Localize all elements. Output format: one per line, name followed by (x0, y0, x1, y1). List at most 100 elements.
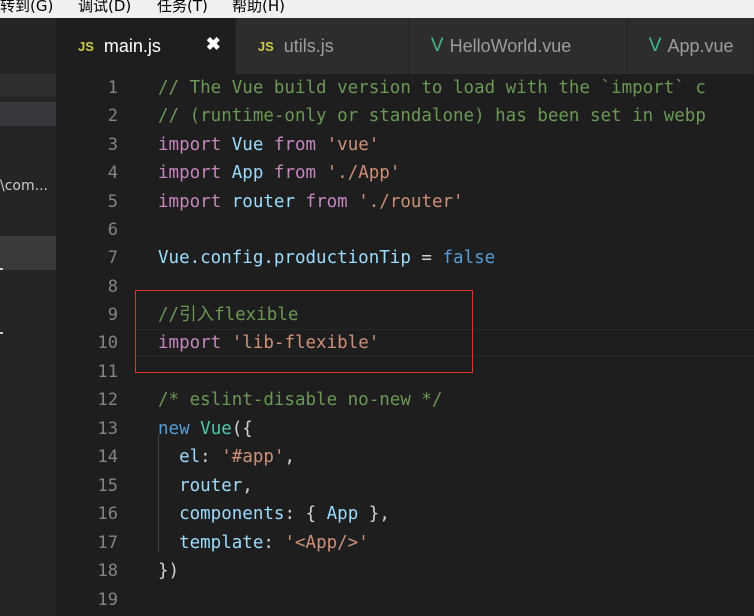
code-line[interactable]: 7 Vue.config.productionTip = false (56, 244, 754, 272)
line-number: 15 (97, 476, 118, 496)
punctuation: , (242, 476, 253, 496)
string: 'vue' (326, 135, 380, 155)
code-line[interactable]: 2 // (runtime-only or standalone) has be… (56, 102, 754, 130)
punctuation: }, (368, 504, 390, 524)
menu-bar: 转到(G) 调试(D) 任务(T) 帮助(H) (0, 0, 754, 18)
js-icon: JS (78, 38, 94, 54)
code-text: new Vue({ (158, 415, 253, 443)
keyword: import (158, 163, 222, 183)
code-line[interactable]: 13 new Vue({ (56, 415, 754, 443)
sidebar-path-text[interactable]: \com... (0, 178, 48, 194)
menu-debug[interactable]: 调试(D) (78, 0, 131, 15)
punctuation: : (263, 533, 274, 553)
keyword: import (158, 192, 222, 212)
sidebar-hover-item[interactable] (0, 236, 56, 270)
line-number: 1 (107, 78, 118, 98)
string: '#app' (221, 447, 285, 467)
identifier: App (231, 163, 264, 183)
editor-tab-bar: JS main.js ✖ JS utils.js V HelloWorld.vu… (56, 18, 754, 74)
tab-utils-js[interactable]: JS utils.js (235, 18, 409, 74)
menu-tasks[interactable]: 任务(T) (157, 0, 208, 15)
line-number: 6 (107, 220, 118, 240)
code-line[interactable]: 5 import router from './router' (56, 188, 754, 216)
identifier: router (179, 476, 243, 496)
menu-goto[interactable]: 转到(G) (0, 0, 53, 15)
sidebar-selected-item[interactable] (0, 102, 56, 126)
line-number: 9 (107, 305, 118, 325)
code-text: // (runtime-only or standalone) has been… (158, 106, 706, 126)
identifier: router (231, 192, 295, 212)
punctuation: ({ (231, 419, 253, 439)
keyword: import (158, 135, 222, 155)
identifier: Vue.config.productionTip (158, 248, 411, 268)
code-text: // The Vue build version to load with th… (158, 78, 706, 98)
code-text: template: '<App/>' (158, 529, 369, 557)
code-line[interactable]: 15 router, (56, 472, 754, 500)
tab-main-js[interactable]: JS main.js ✖ (56, 18, 236, 74)
line-number: 10 (97, 333, 118, 353)
code-text: }) (158, 561, 180, 581)
string: './App' (326, 163, 401, 183)
code-line[interactable]: 17 template: '<App/>' (56, 529, 754, 557)
sidebar-tick (0, 332, 3, 334)
code-line[interactable]: 14 el: '#app', (56, 443, 754, 471)
code-line[interactable]: 19 (56, 586, 754, 614)
line-number: 3 (107, 135, 118, 155)
tab-label: App.vue (667, 35, 734, 56)
explorer-sidebar: \com... (0, 18, 56, 616)
identifier: Vue (231, 135, 264, 155)
operator: = (421, 248, 432, 268)
code-line[interactable]: 6 (56, 216, 754, 244)
line-number: 8 (107, 277, 118, 297)
punctuation: : (200, 447, 211, 467)
tab-app-vue[interactable]: V App.vue (626, 18, 754, 74)
code-text: import Vue from 'vue' (158, 131, 379, 159)
code-line[interactable]: 1 // The Vue build version to load with … (56, 74, 754, 102)
line-number: 11 (97, 362, 118, 382)
class-name: Vue (200, 419, 232, 439)
code-line[interactable]: 4 import App from './App' (56, 159, 754, 187)
sidebar-section-header[interactable] (0, 74, 56, 96)
code-editor[interactable]: 1 // The Vue build version to load with … (56, 74, 754, 616)
code-text: router, (158, 472, 253, 500)
code-line[interactable]: 3 import Vue from 'vue' (56, 131, 754, 159)
tab-label: HelloWorld.vue (449, 35, 572, 56)
line-number: 14 (97, 447, 118, 467)
line-number: 4 (107, 163, 118, 183)
string: '<App/>' (284, 533, 369, 553)
code-text: components: { App }, (158, 500, 390, 528)
keyword: from (273, 135, 317, 155)
property-key: el (179, 447, 201, 467)
code-text: /* eslint-disable no-new */ (158, 390, 443, 410)
keyword: from (305, 192, 348, 212)
annotation-highlight-box (135, 290, 473, 373)
keyword: new (158, 419, 190, 439)
js-icon: JS (257, 38, 274, 54)
tab-label: utils.js (283, 35, 334, 56)
line-number: 13 (97, 419, 118, 439)
line-number: 19 (97, 590, 118, 610)
close-icon[interactable]: ✖ (206, 34, 221, 55)
identifier: App (326, 504, 359, 524)
code-text: import router from './router' (158, 188, 464, 216)
line-number: 12 (97, 390, 118, 410)
string: './router' (358, 192, 464, 212)
code-text: import App from './App' (158, 159, 400, 187)
line-number: 7 (107, 248, 118, 268)
punctuation: { (305, 504, 317, 524)
indent-guide (158, 434, 159, 552)
code-text: Vue.config.productionTip = false (158, 244, 495, 272)
line-number: 18 (97, 561, 118, 581)
tab-helloworld-vue[interactable]: V HelloWorld.vue (408, 18, 627, 74)
menu-help[interactable]: 帮助(H) (232, 0, 285, 15)
line-number: 2 (107, 106, 118, 126)
code-line[interactable]: 18 }) (56, 557, 754, 585)
line-number: 17 (97, 533, 118, 553)
code-line[interactable]: 12 /* eslint-disable no-new */ (56, 386, 754, 414)
keyword: from (273, 163, 317, 183)
sidebar-tick (0, 268, 3, 270)
code-line[interactable]: 16 components: { App }, (56, 500, 754, 528)
boolean-literal: false (442, 248, 496, 268)
tab-label: main.js (103, 35, 161, 56)
punctuation: , (284, 447, 296, 467)
